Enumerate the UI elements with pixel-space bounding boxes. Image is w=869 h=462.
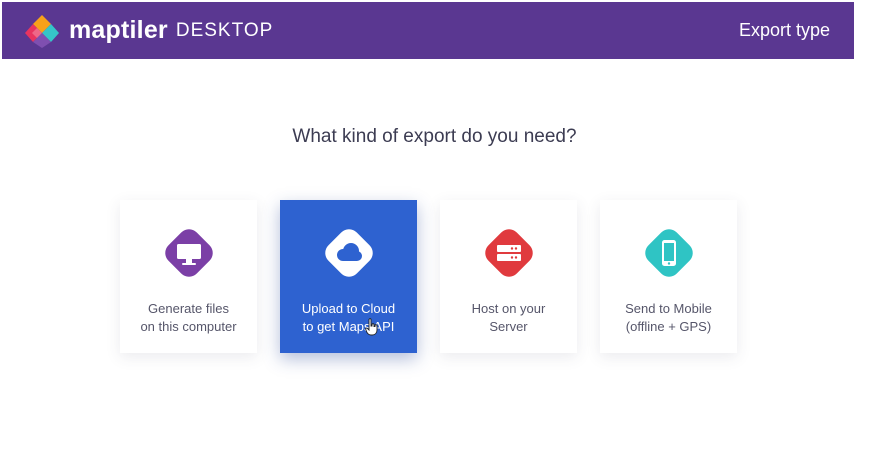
card-label-line2: to get Maps API (302, 319, 395, 334)
server-icon (485, 229, 533, 277)
hand-cursor-icon (365, 318, 378, 336)
mobile-phone-icon (645, 229, 693, 277)
card-label-line1: Send to Mobile (625, 301, 712, 316)
cloud-icon (325, 229, 373, 277)
export-options: Generate files on this computer Upload t… (0, 0, 869, 462)
card-label-line2: Server (489, 319, 528, 334)
card-label-line2: on this computer (140, 319, 237, 334)
card-label-line1: Upload to Cloud (301, 301, 396, 316)
monitor-icon (165, 229, 213, 277)
card-label-line1: Host on your (471, 301, 546, 316)
card-host-server[interactable]: Host on your Server (440, 200, 577, 353)
card-upload-cloud[interactable]: Upload to Cloud to get Maps API (280, 200, 417, 353)
card-send-mobile[interactable]: Send to Mobile (offline + GPS) (600, 200, 737, 353)
card-generate-files[interactable]: Generate files on this computer (120, 200, 257, 353)
card-label-line2: (offline + GPS) (625, 319, 712, 334)
card-label-line1: Generate files (148, 301, 229, 316)
